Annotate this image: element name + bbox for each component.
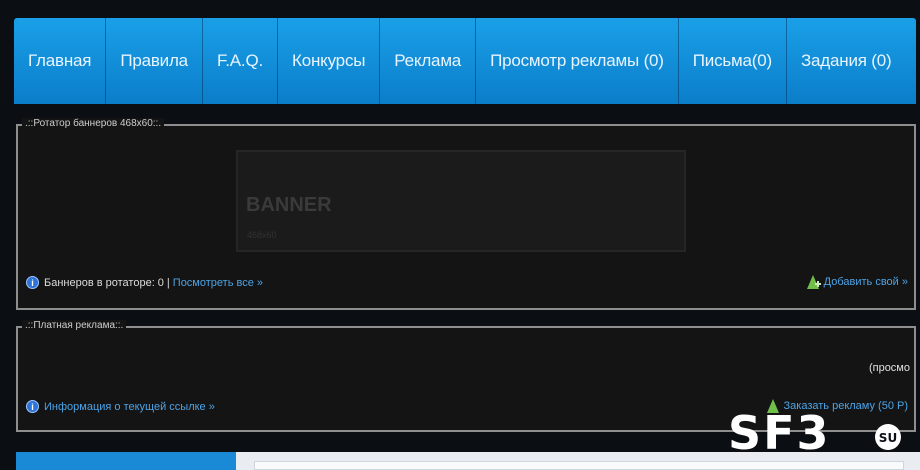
current-link-info[interactable]: Информация о текущей ссылке » <box>44 401 215 413</box>
logo-text: SF3 <box>728 406 831 457</box>
info-icon: i <box>26 400 39 413</box>
banner-rotator-panel: .::Ротатор баннеров 468x60::. BANNER 468… <box>16 118 916 310</box>
add-own-link[interactable]: Добавить свой » <box>824 276 908 288</box>
rotator-info-row: i Баннеров в ротаторе: 0 | Посмотреть вс… <box>26 276 263 289</box>
nav-item-1[interactable]: Правила <box>106 18 203 104</box>
bottom-sidebar-header <box>16 452 236 470</box>
separator: | <box>166 276 170 289</box>
bottom-content-box <box>254 461 904 470</box>
nav-item-7[interactable]: Задания (0) <box>787 18 906 104</box>
banner-count: Баннеров в ротаторе: 0 <box>44 276 164 289</box>
logo-badge: SU <box>879 431 897 445</box>
sf3-logo: SF3 SU <box>728 406 901 457</box>
nav-item-0[interactable]: Главная <box>14 18 107 104</box>
view-all-link[interactable]: Посмотреть все » <box>173 277 263 289</box>
main-navigation: Главная Правила F.A.Q. Конкурсы Реклама Просм… <box>14 18 916 104</box>
nav-item-6[interactable]: Письма(0) <box>679 18 787 104</box>
paid-ads-legend: .::Платная реклама::. <box>22 320 127 331</box>
nav-item-4[interactable]: Реклама <box>380 18 477 104</box>
banner-placeholder[interactable]: BANNER 468x60 <box>236 150 686 252</box>
banner-size: 468x60 <box>247 230 277 240</box>
nav-item-2[interactable]: F.A.Q. <box>203 18 278 104</box>
banner-title: BANNER <box>246 194 332 216</box>
add-own-banner[interactable]: Добавить свой » <box>805 274 908 290</box>
nav-item-3[interactable]: Конкурсы <box>278 18 381 104</box>
info-icon: i <box>26 276 39 289</box>
ad-text-truncated: (просмо <box>868 362 910 374</box>
current-link-info-row[interactable]: i Информация о текущей ссылке » <box>26 400 215 413</box>
nav-item-5[interactable]: Просмотр рекламы (0) <box>476 18 679 104</box>
add-banner-icon <box>806 275 821 289</box>
rotator-legend: .::Ротатор баннеров 468x60::. <box>22 118 165 129</box>
